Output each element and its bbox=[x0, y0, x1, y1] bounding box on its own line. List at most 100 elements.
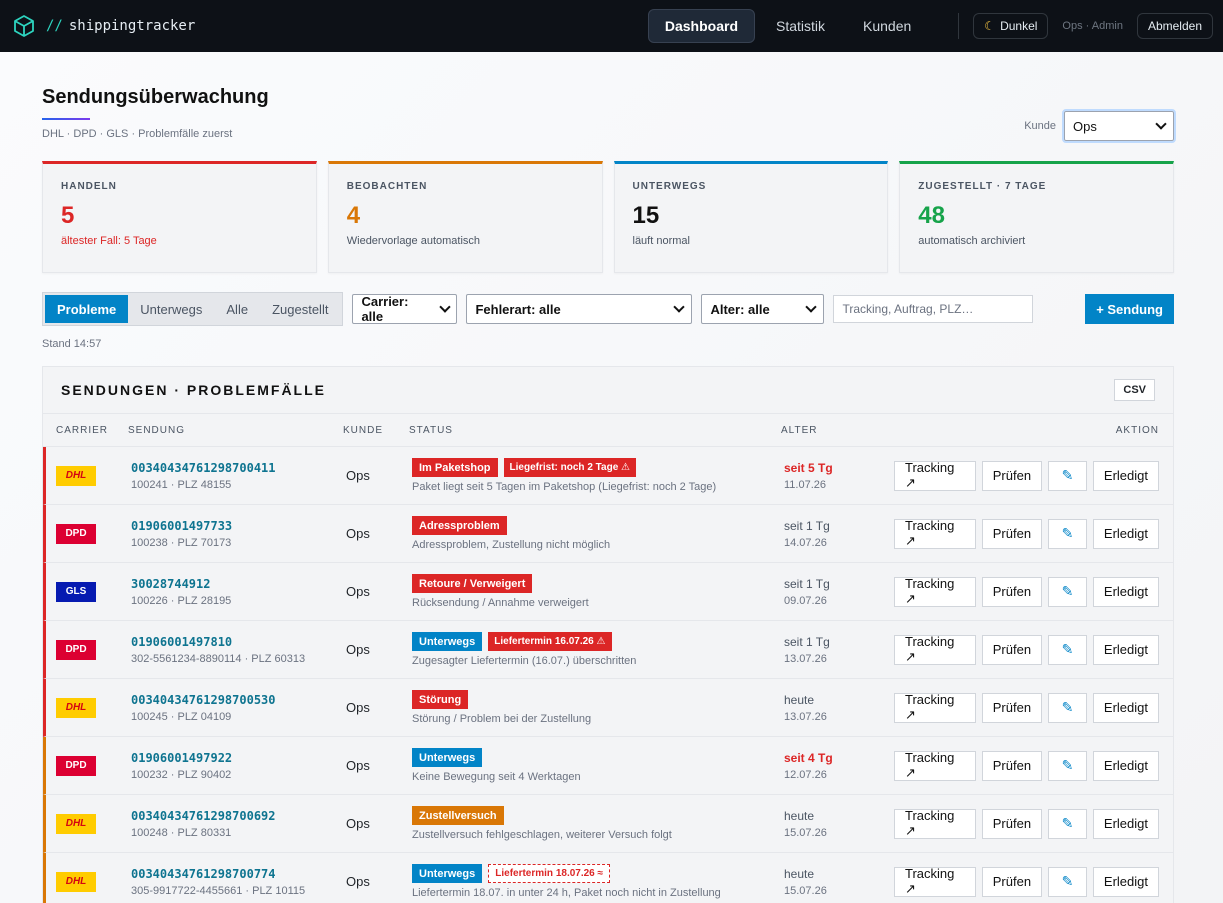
tracking-button[interactable]: Tracking ↗ bbox=[894, 460, 976, 491]
tracking-number-link[interactable]: 00340434761298700530 bbox=[131, 693, 346, 707]
order-info: 100245 · PLZ 04109 bbox=[131, 710, 232, 723]
card-unterwegs[interactable]: UNTERWEGS 15 läuft normal bbox=[613, 161, 889, 273]
nav-dashboard[interactable]: Dashboard bbox=[647, 9, 755, 43]
status-text: Zustellversuch fehlgeschlagen, weiterer … bbox=[412, 829, 672, 841]
tracking-number-link[interactable]: 01906001497810 bbox=[131, 635, 346, 649]
status-badge: Adressproblem bbox=[412, 516, 507, 535]
age-date: 11.07.26 bbox=[784, 478, 827, 491]
comment-icon[interactable]: ✎ bbox=[1048, 518, 1087, 549]
chevron-down-icon bbox=[673, 301, 686, 313]
table-title: SENDUNGEN · PROBLEMFÄLLE bbox=[61, 382, 326, 398]
age-date: 13.07.26 bbox=[784, 710, 827, 723]
kunde-select[interactable]: Ops bbox=[1062, 109, 1176, 143]
pruefen-button[interactable]: Prüfen bbox=[981, 692, 1043, 723]
status-text: Störung / Problem bei der Zustellung bbox=[412, 713, 592, 725]
card-value: 48 bbox=[918, 202, 945, 229]
brand[interactable]: // shippingtracker bbox=[12, 14, 195, 38]
status-text: Rücksendung / Annahme verweigert bbox=[412, 597, 589, 609]
carrier-logo: DPD bbox=[56, 523, 96, 544]
tracking-button[interactable]: Tracking ↗ bbox=[894, 634, 976, 665]
card-zugestellt[interactable]: ZUGESTELLT · 7 TAGE 48 automatisch archivi… bbox=[899, 161, 1174, 273]
age-date: 09.07.26 bbox=[784, 594, 827, 607]
card-label: HANDELN bbox=[61, 181, 117, 192]
last-updated: Stand 14:57 bbox=[42, 338, 102, 350]
status-text: Paket liegt seit 5 Tagen im Paketshop (L… bbox=[412, 481, 717, 493]
erledigt-button[interactable]: Erledigt bbox=[1092, 576, 1159, 607]
tracking-button[interactable]: Tracking ↗ bbox=[894, 692, 976, 723]
page-subtitle: DHL · DPD · GLS · Problemfälle zuerst bbox=[42, 128, 233, 140]
card-handeln[interactable]: HANDELN 5 ältester Fall: 5 Tage bbox=[42, 161, 317, 273]
col-carrier: CARRIER bbox=[56, 424, 109, 436]
erledigt-button[interactable]: Erledigt bbox=[1092, 634, 1159, 665]
table-row: DHL 00340434761298700411 100241 · PLZ 481… bbox=[43, 447, 1173, 505]
erledigt-button[interactable]: Erledigt bbox=[1092, 866, 1159, 897]
age-value: seit 1 Tg bbox=[784, 576, 830, 591]
comment-icon[interactable]: ✎ bbox=[1048, 692, 1087, 723]
nav-statistik[interactable]: Statistik bbox=[759, 9, 842, 43]
age-value: seit 4 Tg bbox=[784, 750, 833, 765]
csv-export-button[interactable]: CSV bbox=[1114, 379, 1155, 401]
alter-filter[interactable]: Alter: alle bbox=[701, 294, 825, 324]
tracking-number-link[interactable]: 01906001497922 bbox=[131, 751, 346, 765]
top-navbar: // shippingtracker Dashboard Statistik Ku… bbox=[0, 0, 1223, 52]
kunde-cell: Ops bbox=[346, 758, 370, 773]
age-value: seit 1 Tg bbox=[784, 518, 830, 533]
search-input[interactable]: Tracking, Auftrag, PLZ… bbox=[833, 295, 1034, 323]
comment-icon[interactable]: ✎ bbox=[1048, 866, 1087, 897]
erledigt-button[interactable]: Erledigt bbox=[1092, 518, 1159, 549]
age-value: seit 1 Tg bbox=[784, 634, 830, 649]
tracking-button[interactable]: Tracking ↗ bbox=[894, 866, 976, 897]
tab-unterwegs[interactable]: Unterwegs bbox=[128, 295, 214, 323]
tracking-number-link[interactable]: 00340434761298700774 bbox=[131, 867, 346, 881]
add-sendung-button[interactable]: + Sendung bbox=[1085, 294, 1174, 324]
comment-icon[interactable]: ✎ bbox=[1048, 808, 1087, 839]
pruefen-button[interactable]: Prüfen bbox=[981, 460, 1043, 491]
dark-mode-toggle[interactable]: ☾ Dunkel bbox=[973, 13, 1049, 39]
erledigt-button[interactable]: Erledigt bbox=[1092, 692, 1159, 723]
age-date: 12.07.26 bbox=[784, 768, 827, 781]
pruefen-button[interactable]: Prüfen bbox=[981, 808, 1043, 839]
tab-alle[interactable]: Alle bbox=[214, 295, 260, 323]
tracking-number-link[interactable]: 01906001497733 bbox=[131, 519, 346, 533]
tracking-button[interactable]: Tracking ↗ bbox=[894, 518, 976, 549]
tracking-number-link[interactable]: 00340434761298700411 bbox=[131, 461, 346, 475]
nav-kunden[interactable]: Kunden bbox=[846, 9, 928, 43]
alter-filter-value: Alter: alle bbox=[710, 301, 770, 317]
pruefen-button[interactable]: Prüfen bbox=[981, 750, 1043, 781]
tracking-button[interactable]: Tracking ↗ bbox=[894, 808, 976, 839]
pruefen-button[interactable]: Prüfen bbox=[981, 634, 1043, 665]
pruefen-button[interactable]: Prüfen bbox=[981, 576, 1043, 607]
tracking-button[interactable]: Tracking ↗ bbox=[894, 750, 976, 781]
comment-icon[interactable]: ✎ bbox=[1048, 750, 1087, 781]
status-badge: Unterwegs bbox=[412, 632, 483, 651]
card-beobachten[interactable]: BEOBACHTEN 4 Wiedervorlage automatisch bbox=[327, 161, 603, 273]
comment-icon[interactable]: ✎ bbox=[1048, 576, 1087, 607]
tab-zugestellt[interactable]: Zugestellt bbox=[260, 295, 340, 323]
pruefen-button[interactable]: Prüfen bbox=[981, 866, 1043, 897]
erledigt-button[interactable]: Erledigt bbox=[1092, 808, 1159, 839]
chevron-down-icon bbox=[1155, 118, 1167, 130]
comment-icon[interactable]: ✎ bbox=[1048, 460, 1087, 491]
tracking-number-link[interactable]: 00340434761298700692 bbox=[131, 809, 346, 823]
comment-icon[interactable]: ✎ bbox=[1048, 634, 1087, 665]
tab-probleme[interactable]: Probleme bbox=[45, 295, 129, 323]
age-date: 14.07.26 bbox=[784, 536, 827, 549]
tracking-button[interactable]: Tracking ↗ bbox=[894, 576, 976, 607]
main-content: Sendungsüberwachung DHL · DPD · GLS · Pr… bbox=[0, 52, 1223, 903]
order-info: 100241 · PLZ 48155 bbox=[131, 478, 232, 491]
col-aktion: AKTION bbox=[1115, 424, 1159, 436]
card-note: ältester Fall: 5 Tage bbox=[61, 235, 157, 247]
status-badge: Im Paketshop bbox=[412, 458, 498, 477]
pruefen-button[interactable]: Prüfen bbox=[981, 518, 1043, 549]
carrier-logo: GLS bbox=[56, 581, 96, 602]
tracking-number-link[interactable]: 30028744912 bbox=[131, 577, 346, 591]
logout-button[interactable]: Abmelden bbox=[1136, 13, 1213, 39]
col-kunde: KUNDE bbox=[343, 424, 384, 436]
carrier-logo: DPD bbox=[56, 639, 96, 660]
carrier-filter[interactable]: Carrier: alle bbox=[352, 294, 458, 324]
card-value: 4 bbox=[346, 202, 361, 229]
erledigt-button[interactable]: Erledigt bbox=[1092, 750, 1159, 781]
fehlerart-filter[interactable]: Fehlerart: alle bbox=[466, 294, 693, 324]
table-header: CARRIER SENDUNG KUNDE STATUS ALTER AKTIO… bbox=[43, 413, 1173, 447]
erledigt-button[interactable]: Erledigt bbox=[1092, 460, 1159, 491]
